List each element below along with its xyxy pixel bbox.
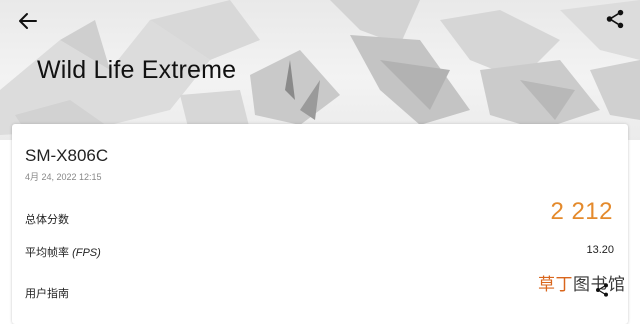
device-name: SM-X806C: [25, 146, 109, 165]
result-card: SM-X806C 4月 24, 2022 12:15 总体分数 2 212 平均…: [12, 124, 628, 324]
hero-banner: Wild Life Extreme: [0, 0, 640, 140]
test-date: 4月 24, 2022 12:15: [25, 172, 102, 182]
page-title: Wild Life Extreme: [37, 56, 237, 84]
share-icon[interactable]: [594, 282, 610, 298]
avg-fps-value: 13.20: [586, 244, 614, 256]
arrow-left-icon[interactable]: [16, 9, 40, 33]
watermark-accent: 草丁: [538, 275, 573, 295]
watermark: 草丁图书馆: [538, 270, 626, 295]
share-icon[interactable]: [604, 8, 626, 30]
avg-fps-label-prefix: 平均帧率: [25, 247, 73, 259]
overall-score-value: 2 212: [550, 198, 613, 225]
avg-fps-label-unit: (FPS): [72, 247, 101, 259]
overall-score-label: 总体分数: [25, 214, 69, 226]
user-guide-link[interactable]: 用户指南: [25, 285, 69, 301]
avg-fps-label: 平均帧率 (FPS): [25, 244, 101, 260]
